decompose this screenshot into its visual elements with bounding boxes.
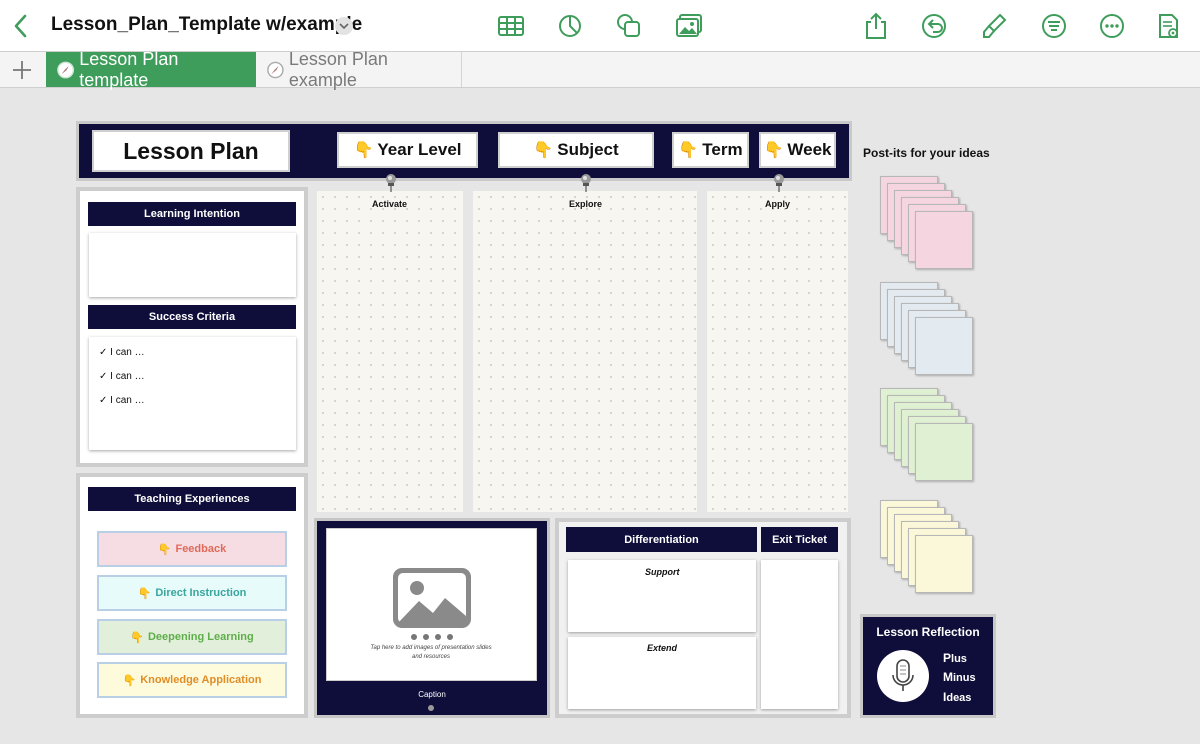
direct-instruction-button[interactable]: 👇 Direct Instruction xyxy=(97,575,287,611)
pointing-down-icon: 👇 xyxy=(137,587,152,600)
learning-intention-heading: Learning Intention xyxy=(88,202,296,226)
back-chevron-icon[interactable] xyxy=(10,12,32,40)
share-icon[interactable] xyxy=(862,12,890,40)
pushpin-icon xyxy=(774,174,784,192)
learning-intention-box[interactable] xyxy=(89,233,296,297)
subject-box[interactable]: 👇 Subject xyxy=(498,132,654,168)
term-label: Term xyxy=(702,140,743,159)
tab-lesson-plan-example[interactable]: Lesson Plan example xyxy=(256,49,462,90)
exit-ticket-heading: Exit Ticket xyxy=(761,527,838,552)
activate-panel[interactable] xyxy=(313,187,467,516)
pointing-down-icon: 👇 xyxy=(763,142,784,159)
sticky-note[interactable] xyxy=(915,211,973,269)
media-icon[interactable] xyxy=(675,12,703,40)
pushpin-icon xyxy=(581,174,591,192)
reflection-plus: Plus xyxy=(943,651,967,665)
lesson-plan-title[interactable]: Lesson Plan xyxy=(92,130,290,172)
lesson-reflection-title: Lesson Reflection xyxy=(876,625,980,639)
pointing-down-icon: 👇 xyxy=(533,142,554,159)
more-icon[interactable] xyxy=(1098,12,1126,40)
tab-lesson-plan-template[interactable]: Lesson Plan template xyxy=(46,49,256,90)
exit-ticket-box[interactable] xyxy=(761,560,838,709)
tab-label: Lesson Plan example xyxy=(288,48,388,90)
knowledge-application-button[interactable]: 👇 Knowledge Application xyxy=(97,662,287,698)
pmi-rest: deas xyxy=(946,692,972,704)
direct-instruction-label: Direct Instruction xyxy=(155,587,247,599)
chart-icon[interactable] xyxy=(556,12,584,40)
pmi-rest: inus xyxy=(953,672,976,684)
feedback-label: Feedback xyxy=(175,543,227,555)
reading-view-icon[interactable] xyxy=(1154,12,1182,40)
shape-icon[interactable] xyxy=(615,12,643,40)
add-sheet-icon[interactable] xyxy=(10,58,34,82)
feedback-button[interactable]: 👇 Feedback xyxy=(97,531,287,567)
table-icon[interactable] xyxy=(497,12,525,40)
sticky-note[interactable] xyxy=(915,535,973,593)
pointing-down-icon: 👇 xyxy=(678,142,699,159)
pointing-down-icon: 👇 xyxy=(130,631,144,644)
image-caption[interactable]: Caption xyxy=(404,690,460,699)
pointing-down-icon: 👇 xyxy=(122,674,137,687)
apply-panel[interactable] xyxy=(703,187,852,516)
deepening-learning-label: Deepening Learning xyxy=(147,631,254,643)
extend-label: Extend xyxy=(647,643,678,653)
explore-title: Explore xyxy=(569,199,603,209)
sticky-note[interactable] xyxy=(915,423,973,481)
subject-label: Subject xyxy=(557,140,619,159)
knowledge-application-label: Knowledge Application xyxy=(140,674,262,686)
term-box[interactable]: 👇 Term xyxy=(672,132,749,168)
differentiation-heading: Differentiation xyxy=(566,527,757,552)
document-title[interactable]: Lesson_Plan_Template w/example xyxy=(51,14,362,36)
week-box[interactable]: 👇 Week xyxy=(759,132,836,168)
microphone-icon xyxy=(892,659,914,691)
page-dots-icon xyxy=(411,634,453,640)
pmi-rest: lus xyxy=(951,653,967,665)
image-placeholder-icon xyxy=(393,568,471,628)
teaching-experiences-heading: Teaching Experiences xyxy=(88,487,296,511)
chevron-down-icon[interactable] xyxy=(335,17,353,35)
sticky-note[interactable] xyxy=(915,317,973,375)
gallery-dot-icon xyxy=(428,705,434,711)
organize-icon[interactable] xyxy=(1040,12,1068,40)
sheet-tab-bar: Lesson Plan template Lesson Plan example xyxy=(0,49,1200,90)
year-level-label: Year Level xyxy=(377,140,462,159)
paintbrush-icon[interactable] xyxy=(980,12,1008,40)
pushpin-icon xyxy=(386,174,396,192)
top-toolbar: Lesson_Plan_Template w/example xyxy=(0,0,1200,52)
criteria-item: ✓ I can … xyxy=(99,347,145,358)
compass-icon xyxy=(267,61,284,78)
pmi-initial: M xyxy=(943,670,953,684)
reflection-ideas: Ideas xyxy=(943,690,971,704)
tab-label: Lesson Plan template xyxy=(79,48,179,90)
year-level-box[interactable]: 👇 Year Level xyxy=(337,132,478,168)
undo-icon[interactable] xyxy=(920,12,948,40)
compass-icon xyxy=(57,61,75,78)
image-hint-text: Tap here to add images of presentation s… xyxy=(370,645,492,660)
pointing-down-icon: 👇 xyxy=(157,543,172,556)
microphone-button[interactable] xyxy=(877,650,929,702)
criteria-item: ✓ I can … xyxy=(99,395,145,406)
criteria-item: ✓ I can … xyxy=(99,371,145,382)
postits-title: Post-its for your ideas xyxy=(863,146,990,160)
reflection-minus: Minus xyxy=(943,670,976,684)
pointing-down-icon: 👇 xyxy=(353,142,374,159)
explore-panel[interactable] xyxy=(469,187,701,516)
deepening-learning-button[interactable]: 👇 Deepening Learning xyxy=(97,619,287,655)
week-label: Week xyxy=(787,140,832,159)
pmi-initial: P xyxy=(943,651,952,665)
apply-title: Apply xyxy=(765,199,791,209)
support-label: Support xyxy=(645,567,680,577)
activate-title: Activate xyxy=(372,199,408,209)
success-criteria-heading: Success Criteria xyxy=(88,305,296,329)
